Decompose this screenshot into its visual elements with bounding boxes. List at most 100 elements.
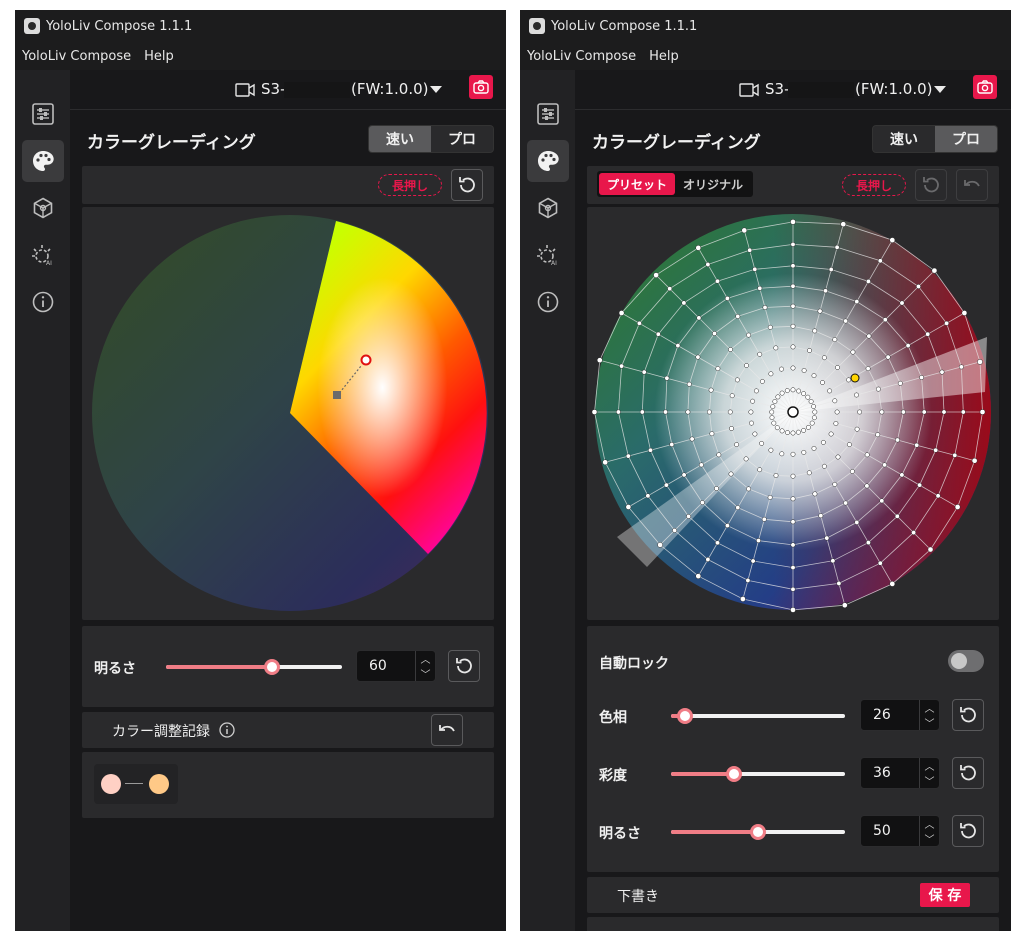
mesh-point[interactable] (771, 420, 777, 426)
mesh-point[interactable] (790, 323, 796, 329)
mesh-point[interactable] (801, 427, 807, 433)
mesh-point[interactable] (790, 241, 796, 247)
mesh-point[interactable] (811, 445, 817, 451)
mesh-point[interactable] (821, 463, 827, 469)
mesh-point[interactable] (807, 348, 812, 353)
decrement-icon[interactable]: ﹀ (416, 666, 435, 681)
mesh-point[interactable] (696, 315, 702, 321)
mesh-point[interactable] (657, 542, 663, 548)
sidebar-info-icon[interactable] (22, 281, 64, 323)
decrement-icon[interactable]: ﹀ (920, 715, 939, 730)
mesh-point[interactable] (854, 426, 860, 432)
mesh-point[interactable] (914, 442, 920, 448)
long-press-button[interactable]: 長押し (842, 174, 906, 196)
mesh-point[interactable] (854, 519, 860, 525)
mesh-point[interactable] (648, 447, 653, 453)
mesh-point[interactable] (591, 409, 598, 415)
device-dropdown-icon[interactable] (430, 86, 442, 93)
mesh-point[interactable] (835, 454, 841, 460)
mesh-point[interactable] (714, 486, 719, 491)
mesh-point[interactable] (741, 227, 748, 234)
color-wheel-mesh[interactable] (587, 207, 999, 620)
mesh-point[interactable] (625, 504, 632, 510)
brightness-slider[interactable] (166, 659, 342, 675)
save-button[interactable]: 保 存 (920, 883, 970, 907)
mesh-point[interactable] (796, 388, 802, 394)
mesh-point[interactable] (864, 483, 870, 489)
mesh-point[interactable] (769, 415, 775, 421)
mesh-point[interactable] (790, 496, 796, 502)
mode-pro-tab[interactable]: プロ (935, 126, 997, 152)
mesh-point[interactable] (746, 486, 752, 492)
reset-button[interactable] (451, 169, 483, 201)
mesh-point[interactable] (645, 493, 651, 499)
brightness-slider[interactable] (671, 824, 845, 840)
mesh-point[interactable] (735, 313, 741, 319)
mesh-point[interactable] (708, 387, 714, 393)
mesh-point[interactable] (833, 421, 839, 426)
mesh-point[interactable] (715, 540, 720, 546)
mesh-point[interactable] (757, 467, 763, 473)
mesh-point[interactable] (790, 586, 796, 592)
mesh-point[interactable] (899, 300, 905, 306)
mesh-point[interactable] (805, 394, 811, 400)
brightness-reset-button[interactable] (952, 815, 984, 847)
mesh-point[interactable] (897, 380, 903, 386)
mesh-point[interactable] (882, 317, 888, 323)
mesh-point[interactable] (770, 404, 776, 410)
mesh-point[interactable] (828, 431, 834, 437)
menu-help[interactable]: Help (144, 49, 174, 64)
mesh-point[interactable] (811, 404, 817, 409)
snapshot-button[interactable] (973, 75, 997, 99)
mesh-point[interactable] (669, 442, 675, 447)
mesh-point[interactable] (836, 580, 842, 586)
mesh-point[interactable] (823, 288, 828, 294)
hue-slider[interactable] (671, 708, 845, 724)
mesh-point[interactable] (790, 283, 796, 289)
mesh-point[interactable] (805, 424, 811, 430)
mesh-point[interactable] (895, 437, 900, 443)
hue-value[interactable]: 26 (873, 707, 891, 723)
mesh-point[interactable] (979, 409, 986, 415)
mesh-point[interactable] (846, 377, 852, 383)
mesh-point[interactable] (875, 386, 881, 392)
mesh-point[interactable] (757, 351, 763, 357)
mesh-point[interactable] (866, 333, 872, 339)
tab-preset[interactable]: プリセット (599, 173, 676, 195)
mesh-point[interactable] (779, 451, 785, 457)
mode-fast-tab[interactable]: 速い (369, 126, 431, 152)
mesh-point[interactable] (709, 431, 715, 437)
mode-fast-tab[interactable]: 速い (873, 126, 935, 152)
sidebar-cube-icon[interactable] (22, 187, 64, 229)
mesh-point[interactable] (835, 365, 840, 370)
decrement-icon[interactable]: ﹀ (920, 773, 939, 788)
mesh-point[interactable] (753, 388, 759, 394)
hue-reset-button[interactable] (952, 699, 984, 731)
mesh-point[interactable] (769, 409, 775, 415)
mode-pro-tab[interactable]: プロ (431, 126, 493, 152)
sidebar-mixer-icon[interactable] (22, 93, 64, 135)
mesh-point[interactable] (619, 363, 625, 369)
mesh-point[interactable] (767, 494, 773, 500)
mesh-point[interactable] (894, 513, 900, 519)
brightness-spinbox[interactable]: 50 ︿ ﹀ (860, 815, 940, 847)
mesh-point[interactable] (931, 267, 938, 274)
mesh-point[interactable] (615, 409, 621, 415)
mesh-point[interactable] (752, 266, 758, 272)
mesh-point[interactable] (977, 359, 983, 365)
mesh-point[interactable] (774, 425, 780, 431)
mesh-point[interactable] (757, 285, 763, 291)
mesh-point[interactable] (618, 310, 625, 316)
sidebar-palette-icon[interactable] (22, 140, 64, 182)
mesh-point[interactable] (832, 337, 838, 343)
brightness-reset-button[interactable] (448, 650, 480, 682)
mesh-point[interactable] (843, 318, 849, 324)
mesh-point[interactable] (724, 295, 730, 301)
mesh-point[interactable] (728, 471, 734, 477)
mesh-point[interactable] (727, 409, 733, 415)
long-press-button[interactable]: 長押し (378, 174, 442, 196)
snapshot-button[interactable] (469, 75, 493, 99)
mesh-point[interactable] (698, 462, 704, 468)
mesh-point[interactable] (715, 278, 720, 284)
mesh-point[interactable] (899, 472, 905, 478)
